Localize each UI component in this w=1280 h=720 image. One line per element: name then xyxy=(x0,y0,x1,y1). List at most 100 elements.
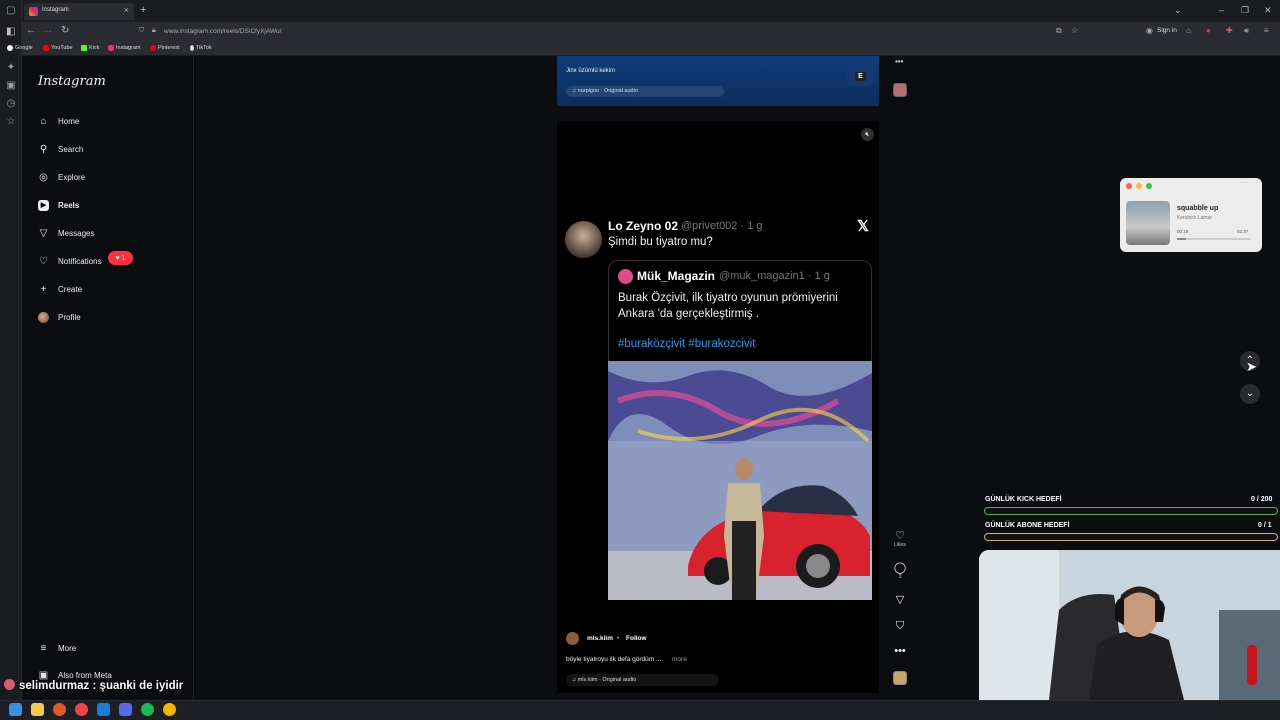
bookmark-kick[interactable]: Kick xyxy=(81,45,99,51)
bookmark-icon: ⛉ xyxy=(895,620,905,632)
reload-button[interactable]: ↻ xyxy=(61,25,69,36)
bookmark-youtube[interactable]: YouTube xyxy=(43,45,73,51)
telegram-icon[interactable] xyxy=(97,703,110,716)
restore-button[interactable]: ❐ xyxy=(1241,5,1249,16)
nav-reels[interactable]: ▶ Reels xyxy=(38,197,79,213)
sparkle-icon[interactable]: ✦ xyxy=(5,62,17,74)
lock-icon[interactable]: 🔒︎ xyxy=(152,27,156,35)
new-tab-button[interactable]: + xyxy=(140,4,146,16)
shield-icon[interactable]: ⛉ xyxy=(139,27,144,35)
google-icon xyxy=(7,45,13,51)
back-button[interactable]: ← xyxy=(26,25,36,36)
windows-start-icon[interactable] xyxy=(9,703,22,716)
tab-list-icon[interactable]: ⌄ xyxy=(1174,5,1182,16)
install-icon[interactable]: ⧉ xyxy=(1056,26,1062,36)
bookmark-pinterest[interactable]: Pinterest xyxy=(150,45,180,51)
caption-more-link[interactable]: more xyxy=(672,656,687,663)
close-dot-icon[interactable] xyxy=(1126,183,1132,189)
tweet-avatar xyxy=(565,221,602,258)
tab-instagram[interactable]: Instagram × xyxy=(24,3,134,20)
history-icon[interactable]: ◷ xyxy=(5,98,17,110)
follow-button[interactable]: Follow xyxy=(626,635,647,642)
address-bar[interactable]: www.instagram.com/reels/DSiCfyXjAWu/ xyxy=(164,28,281,35)
bookmark-instagram[interactable]: Instagram xyxy=(108,45,140,51)
audio-icon[interactable]: 🔊︎ xyxy=(1244,26,1249,36)
quoted-tweet-handle: @muk_magazin1 · 1 g xyxy=(719,270,830,282)
menu-icon[interactable]: ≡ xyxy=(1264,26,1269,35)
goal-progress-kick xyxy=(984,507,1278,515)
bookmark-label: Pinterest xyxy=(158,45,180,51)
minimize-dot-icon[interactable] xyxy=(1136,183,1142,189)
kick-icon xyxy=(81,45,87,51)
hamburger-icon: ≡ xyxy=(40,642,47,654)
spotify-icon[interactable] xyxy=(141,703,154,716)
brave-browser-icon[interactable] xyxy=(53,703,66,716)
chat-message: selimdurmaz : şuanki de iyidir xyxy=(4,679,183,692)
nav-profile[interactable]: Profile xyxy=(38,309,81,325)
more-options-button[interactable]: ••• xyxy=(892,645,908,657)
bookmark-tiktok[interactable]: TikTok xyxy=(190,45,212,51)
reel-author-avatar[interactable] xyxy=(566,632,579,645)
window-close-button[interactable]: ✕ xyxy=(1264,5,1272,16)
nav-messages[interactable]: ▽ Messages xyxy=(38,225,95,241)
bookmark-star-icon[interactable]: ☆ xyxy=(1071,26,1078,35)
comment-icon: ◯ xyxy=(893,562,907,574)
forward-button[interactable]: → xyxy=(43,25,53,36)
chrome-icon[interactable] xyxy=(163,703,176,716)
goal-count-abone: 0 / 1 xyxy=(1258,522,1272,529)
chat-text: şuanki de iyidir xyxy=(99,680,184,692)
track-progress-fill xyxy=(1177,238,1186,240)
app-red-icon[interactable] xyxy=(75,703,88,716)
nav-home[interactable]: ⌂ Home xyxy=(38,113,79,129)
previous-reel-audio[interactable]: ♫ narpigoo · Original audio xyxy=(566,86,724,97)
webcam-feed xyxy=(979,550,1280,700)
sidebar-toggle-icon[interactable]: ▢ xyxy=(5,5,17,17)
discord-icon[interactable] xyxy=(119,703,132,716)
sidebar-panel-icon[interactable]: ◧ xyxy=(6,26,15,37)
minimize-button[interactable]: – xyxy=(1219,5,1224,15)
nav-search[interactable]: ⚲ Search xyxy=(38,141,84,157)
audio-thumbnail[interactable] xyxy=(893,671,907,685)
extension-puzzle-icon[interactable]: ✚ xyxy=(1226,26,1233,35)
nav-explore[interactable]: ◎ Explore xyxy=(38,169,85,185)
maximize-dot-icon[interactable] xyxy=(1146,183,1152,189)
home-icon: ⌂ xyxy=(40,115,47,127)
mute-icon[interactable]: 🔇︎ xyxy=(861,128,874,141)
bookmark-label: TikTok xyxy=(196,45,212,51)
nav-label: More xyxy=(58,643,77,653)
file-explorer-icon[interactable] xyxy=(31,703,44,716)
quoted-tweet-author: Mük_Magazin xyxy=(637,269,716,283)
track-title: squabble up xyxy=(1177,205,1219,212)
nav-label: Home xyxy=(58,116,80,126)
comment-button[interactable]: ◯ 3 xyxy=(892,562,908,580)
save-button[interactable]: ⛉ xyxy=(892,620,908,632)
track-duration: 02:37 xyxy=(1237,229,1249,234)
bookmark-google[interactable]: Google xyxy=(7,45,33,51)
like-button[interactable]: ♡ Likes xyxy=(892,530,908,548)
widget-settings-icon[interactable]: ⋯⋯ xyxy=(1238,180,1248,186)
nav-notifications[interactable]: ♡ Notifications xyxy=(38,253,102,269)
profile-icon[interactable]: ◉ xyxy=(1146,26,1153,35)
next-reel-button[interactable]: ⌄ xyxy=(1240,384,1260,404)
wallet-icon[interactable]: ▣ xyxy=(5,80,17,92)
previous-reel[interactable] xyxy=(557,56,879,106)
reel-audio[interactable]: ♫ mls.kiim · Original audio xyxy=(566,674,719,686)
nav-create[interactable]: + Create xyxy=(38,281,82,297)
reel-caption: böyle tiyatroyu ilk defa gördüm ... xyxy=(566,656,662,663)
browser-side-rail: ▢ ✦ ▣ ◷ ☆ xyxy=(0,0,22,700)
goal-progress-abone xyxy=(984,533,1278,541)
audio-thumbnail[interactable] xyxy=(893,83,907,97)
badge-letter: E xyxy=(855,71,866,81)
extension-red-icon[interactable]: ● xyxy=(1206,26,1211,35)
reel-author-name[interactable]: mls.kiim xyxy=(587,635,613,642)
nav-more[interactable]: ≡ More xyxy=(38,640,77,656)
tab-close-button[interactable]: × xyxy=(124,5,129,15)
star-icon[interactable]: ☆ xyxy=(5,116,17,128)
sign-in-button[interactable]: Sign in xyxy=(1157,27,1177,34)
more-options-icon[interactable]: ••• xyxy=(895,57,903,66)
extensions-icon[interactable]: ⌂ xyxy=(1186,26,1191,35)
share-button[interactable]: ▽ xyxy=(892,594,908,606)
nav-label: Search xyxy=(58,144,84,154)
instagram-logo[interactable]: Instagram xyxy=(38,74,106,89)
car-scene-image xyxy=(608,361,872,600)
